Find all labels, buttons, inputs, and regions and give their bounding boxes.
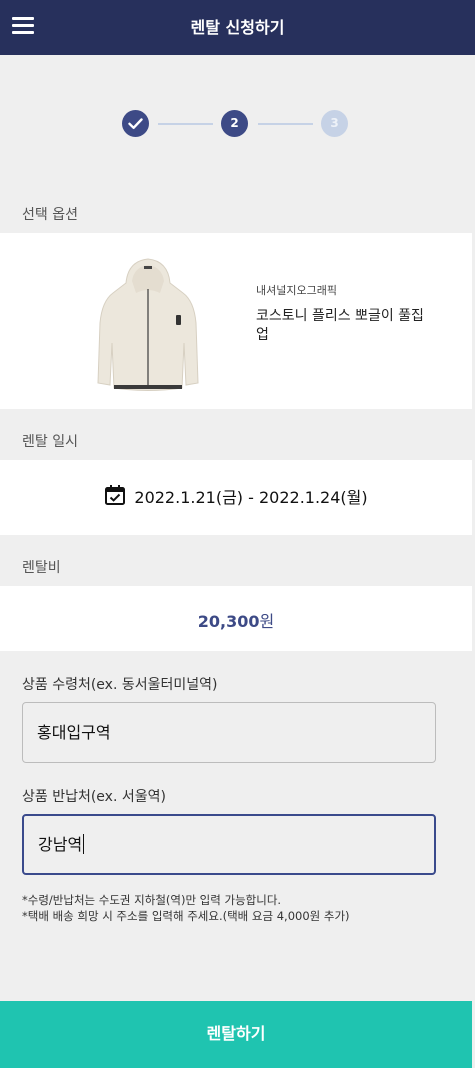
pickup-location-label: 상품 수령처(ex. 동서울터미널역): [22, 677, 218, 693]
return-location-value: 강남역: [38, 835, 83, 854]
product-brand: 내셔널지오그래픽: [256, 284, 337, 297]
step-2-current: 2: [221, 110, 248, 137]
note-line-1: *수령/반납처는 수도권 지하철(역)만 입력 가능합니다.: [22, 893, 282, 907]
pickup-location-input[interactable]: 홍대입구역: [22, 702, 436, 763]
section-label-date: 렌탈 일시: [22, 434, 78, 450]
return-location-input[interactable]: 강남역: [22, 814, 436, 875]
page-title: 렌탈 신청하기: [190, 18, 285, 37]
return-location-label: 상품 반납처(ex. 서울역): [22, 789, 166, 805]
note-line-2: *택배 배송 희망 시 주소를 입력해 주세요.(택배 요금 4,000원 추가…: [22, 909, 350, 923]
text-caret: [83, 834, 85, 854]
rental-fee-value: 20,300: [197, 612, 260, 631]
location-notes: *수령/반납처는 수도권 지하철(역)만 입력 가능합니다. *택배 배송 희망…: [22, 892, 350, 924]
rental-fee-card: 20,300원: [0, 586, 472, 651]
section-label-fee: 렌탈비: [22, 560, 61, 576]
rent-submit-button[interactable]: 렌탈하기: [0, 1001, 472, 1068]
rental-date-row: 2022.1.21(금) - 2022.1.24(월): [0, 484, 472, 508]
rental-fee: 20,300원: [0, 608, 472, 632]
section-label-option: 선택 옵션: [22, 207, 78, 223]
rental-date-card[interactable]: 2022.1.21(금) - 2022.1.24(월): [0, 460, 472, 535]
stepper-connector: [258, 123, 313, 125]
product-card[interactable]: 내셔널지오그래픽 코스토니 플리스 뽀글이 풀집업: [0, 233, 472, 409]
check-icon: [128, 118, 143, 129]
step-1-completed: [122, 110, 149, 137]
stepper-connector: [158, 123, 213, 125]
progress-stepper: 2 3: [0, 108, 475, 138]
top-app-bar: 렌탈 신청하기: [0, 0, 475, 55]
product-image: [97, 258, 199, 391]
rental-fee-unit: 원: [259, 612, 275, 631]
rental-date-range: 2022.1.21(금) - 2022.1.24(월): [134, 488, 368, 507]
calendar-check-icon: [105, 485, 126, 505]
pickup-location-value: 홍대입구역: [37, 723, 111, 742]
step-3-upcoming: 3: [321, 110, 348, 137]
product-name: 코스토니 플리스 뽀글이 풀집업: [256, 308, 424, 343]
